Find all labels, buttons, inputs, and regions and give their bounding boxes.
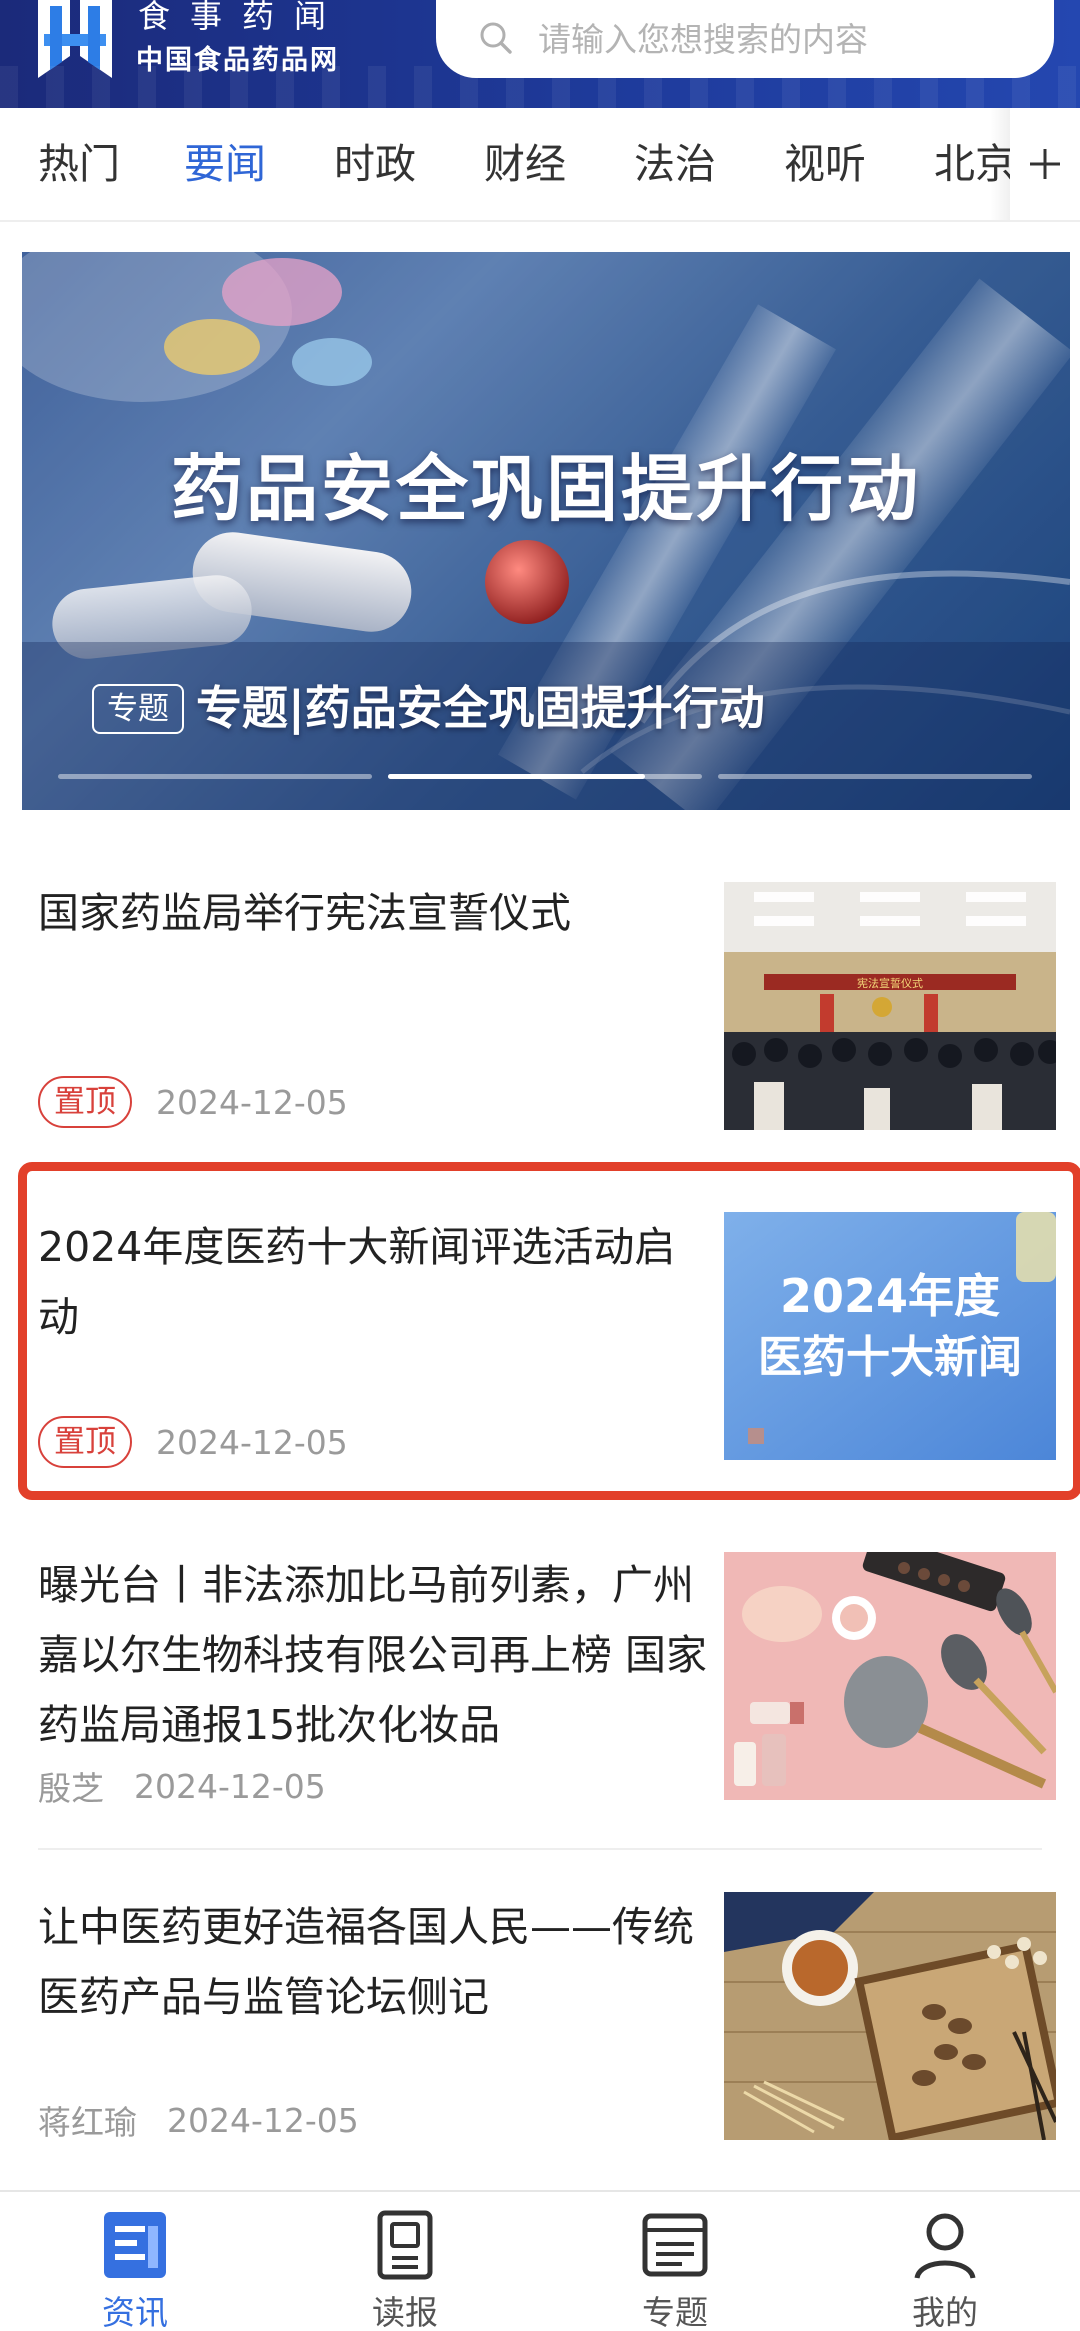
- divider: [38, 1848, 1042, 1850]
- oath-ceremony-image: 宪法宣誓仪式: [724, 882, 1056, 1130]
- nav-topics[interactable]: 专题: [540, 2192, 810, 2331]
- article-author: 蒋红瑜: [38, 2103, 137, 2142]
- article-item[interactable]: 曝光台丨非法添加比马前列素，广州嘉以尔生物科技有限公司再上榜 国家药监局通报15…: [0, 1550, 1080, 1850]
- carousel-dot-1[interactable]: [58, 774, 372, 779]
- article-item[interactable]: 让中医药更好造福各国人民——传统医药产品与监管论坛侧记 蒋红瑜 2024-12-…: [0, 1892, 1080, 2162]
- tab-finance[interactable]: 财经: [484, 136, 566, 192]
- nav-label: 读报: [372, 2293, 438, 2331]
- nav-news[interactable]: 资讯: [0, 2192, 270, 2331]
- article-date: 2024-12-05: [167, 2100, 359, 2140]
- tab-law[interactable]: 法治: [634, 136, 716, 192]
- tab-politics[interactable]: 时政: [334, 136, 416, 192]
- featured-banner[interactable]: 药品安全巩固提升行动 专题 专题|药品安全巩固提升行动: [22, 252, 1070, 810]
- bottom-navigation: 资讯 读报 专题 我的: [0, 2190, 1080, 2331]
- logo-subtitle: 中国食品药品网: [136, 45, 339, 76]
- carousel-progress: [388, 774, 646, 779]
- tab-hot[interactable]: 热门: [38, 136, 120, 192]
- article-meta: 置顶 2024-12-05: [38, 1416, 348, 1468]
- nav-newspaper[interactable]: 读报: [270, 2192, 540, 2331]
- thumb-line-2: 医药十大新闻: [758, 1332, 1022, 1383]
- article-thumbnail[interactable]: [724, 1892, 1056, 2140]
- article-thumbnail[interactable]: [724, 1552, 1056, 1800]
- article-title[interactable]: 2024年度医药十大新闻评选活动启动: [38, 1212, 708, 1352]
- carousel-dot-3[interactable]: [718, 774, 1032, 779]
- article-title[interactable]: 国家药监局举行宪法宣誓仪式: [38, 878, 708, 948]
- add-tab-button[interactable]: [1010, 108, 1080, 220]
- article-author: 殷芝: [38, 1769, 104, 1808]
- cosmetics-image: [724, 1552, 1056, 1800]
- tabs-fade: [990, 108, 1010, 220]
- search-bar[interactable]: [436, 0, 1054, 78]
- article-meta: 置顶 2024-12-05: [38, 1076, 348, 1128]
- banner-caption: 专题|药品安全巩固提升行动: [196, 681, 765, 735]
- banner-headline: 药品安全巩固提升行动: [170, 447, 921, 531]
- article-meta: 蒋红瑜 2024-12-05: [38, 2094, 359, 2146]
- thumb-banner-text: 宪法宣誓仪式: [857, 976, 923, 990]
- topics-icon: [642, 2213, 708, 2277]
- herbal-medicine-image: [724, 1892, 1056, 2140]
- category-tabs: 热门 要闻 时政 财经 法治 视听 北京: [0, 108, 1080, 222]
- article-title[interactable]: 让中医药更好造福各国人民——传统医药产品与监管论坛侧记: [38, 1892, 708, 2032]
- pinned-badge: 置顶: [38, 1416, 132, 1468]
- article-date: 2024-12-05: [156, 1082, 348, 1122]
- nav-label: 专题: [642, 2293, 708, 2331]
- logo-title: 食事药闻: [138, 0, 347, 35]
- search-icon: [480, 22, 512, 54]
- app-header: 食事药闻 中国食品药品网: [0, 0, 1080, 108]
- top-ten-news-image: 2024年度 医药十大新闻: [724, 1212, 1056, 1460]
- nav-profile[interactable]: 我的: [810, 2192, 1080, 2331]
- topic-tag: 专题: [92, 684, 184, 734]
- user-icon: [914, 2213, 976, 2279]
- article-thumbnail[interactable]: 2024年度 医药十大新闻: [724, 1212, 1056, 1460]
- article-item[interactable]: 国家药监局举行宪法宣誓仪式 置顶 2024-12-05 宪法宣誓仪式: [0, 878, 1080, 1138]
- newspaper-icon: [377, 2210, 433, 2280]
- news-icon: [104, 2212, 166, 2278]
- search-input[interactable]: [538, 0, 1018, 78]
- plus-icon: [1030, 149, 1060, 179]
- article-meta: 殷芝 2024-12-05: [38, 1760, 326, 1812]
- article-title[interactable]: 曝光台丨非法添加比马前列素，广州嘉以尔生物科技有限公司再上榜 国家药监局通报15…: [38, 1550, 708, 1760]
- nav-label: 资讯: [102, 2293, 168, 2331]
- tab-headlines[interactable]: 要闻: [184, 136, 266, 192]
- article-date: 2024-12-05: [156, 1422, 348, 1462]
- tab-video[interactable]: 视听: [784, 136, 866, 192]
- article-item[interactable]: 2024年度医药十大新闻评选活动启动 置顶 2024-12-05 2024年度 …: [0, 1212, 1080, 1472]
- article-date: 2024-12-05: [134, 1766, 326, 1806]
- logo-mark-icon: [38, 0, 112, 78]
- carousel-dot-2[interactable]: [388, 774, 702, 779]
- nav-label: 我的: [912, 2293, 978, 2331]
- pinned-badge: 置顶: [38, 1076, 132, 1128]
- thumb-line-1: 2024年度: [780, 1269, 1000, 1323]
- article-thumbnail[interactable]: 宪法宣誓仪式: [724, 882, 1056, 1130]
